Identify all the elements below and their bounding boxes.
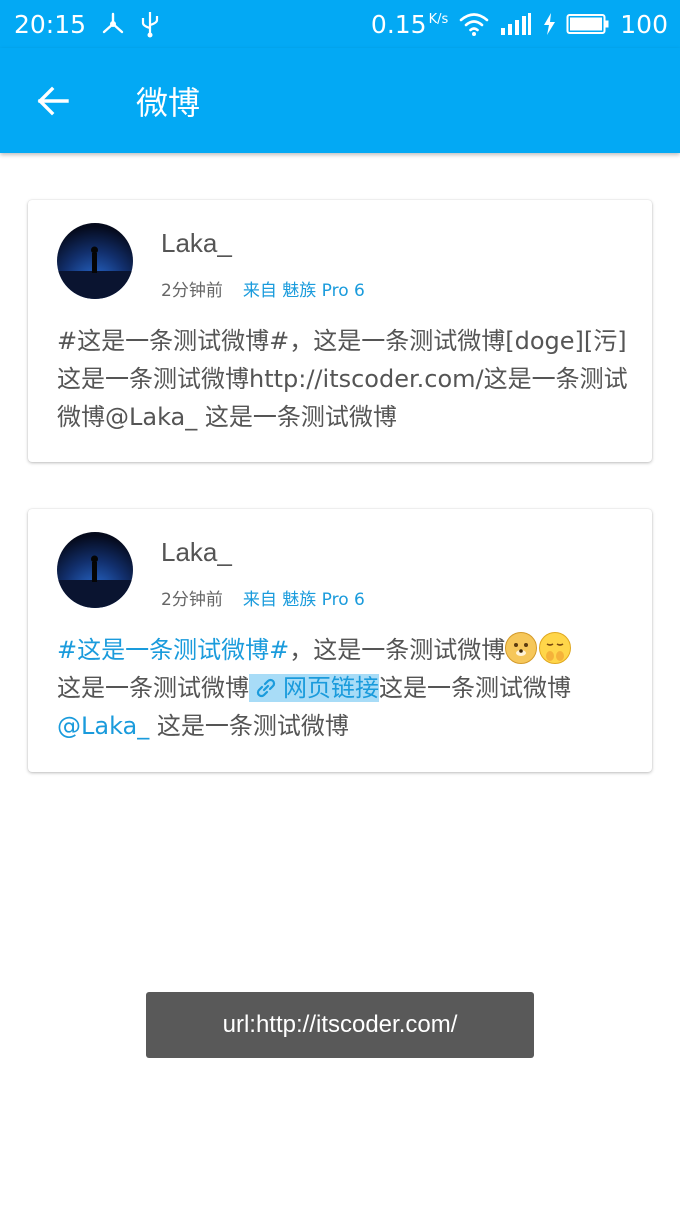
- post-source: 来自 魅族 Pro 6: [242, 281, 365, 301]
- wu-emoji-icon: [539, 632, 572, 664]
- post-time: 2分钟前: [161, 590, 223, 610]
- avatar[interactable]: [57, 532, 133, 608]
- post-content: #这是一条测试微博#，这是一条测试微博 这是一条测试微博 网页链接这是一条测试微博@…: [57, 631, 629, 745]
- toast: url:http://itscoder.com/: [146, 992, 534, 1058]
- toast-text: url:http://itscoder.com/: [222, 1011, 458, 1038]
- post-time: 2分钟前: [161, 281, 223, 301]
- app-bar: 微博: [0, 48, 680, 153]
- usb-icon: [140, 10, 160, 38]
- doge-emoji-icon: [505, 632, 538, 664]
- battery-icon: [566, 12, 610, 36]
- post-text: 这是一条测试微博: [379, 674, 571, 702]
- avatar[interactable]: [57, 223, 133, 299]
- weibo-card[interactable]: Laka_ 2分钟前 来自 魅族 Pro 6 #这是一条测试微博#，这是一条测试…: [28, 509, 652, 772]
- post-source: 来自 魅族 Pro 6: [242, 590, 365, 610]
- post-text: 这是一条测试微博: [57, 674, 249, 702]
- post-text: ，这是一条测试微博: [289, 636, 506, 664]
- signal-icon: [500, 12, 532, 36]
- username[interactable]: Laka_: [161, 228, 232, 259]
- arrow-left-icon: [37, 86, 69, 115]
- mention-link[interactable]: @Laka_: [57, 712, 149, 740]
- back-button[interactable]: [26, 74, 80, 128]
- battery-level: 100: [620, 9, 668, 39]
- weibo-card[interactable]: Laka_ 2分钟前 来自 魅族 Pro 6 #这是一条测试微博#，这是一条测试…: [28, 200, 652, 462]
- charging-icon: [542, 12, 556, 36]
- topic-link[interactable]: #这是一条测试微博#: [57, 636, 289, 664]
- post-text: 这是一条测试微博: [149, 712, 349, 740]
- link-icon: [256, 678, 276, 698]
- network-speed: 0.15 K/s: [370, 9, 449, 39]
- web-link[interactable]: 网页链接: [249, 674, 379, 702]
- post-meta: 2分钟前 来自 魅族 Pro 6: [161, 276, 365, 301]
- status-bar: 20:15 0.15 K/s 100: [0, 0, 680, 48]
- username[interactable]: Laka_: [161, 537, 232, 568]
- wifi-icon: [458, 11, 490, 37]
- page-title: 微博: [136, 83, 201, 122]
- post-content: #这是一条测试微博#，这是一条测试微博[doge][污]这是一条测试微博http…: [57, 327, 628, 431]
- usb-debug-icon: [100, 11, 126, 37]
- post-meta: 2分钟前 来自 魅族 Pro 6: [161, 585, 365, 610]
- status-time: 20:15: [14, 9, 87, 39]
